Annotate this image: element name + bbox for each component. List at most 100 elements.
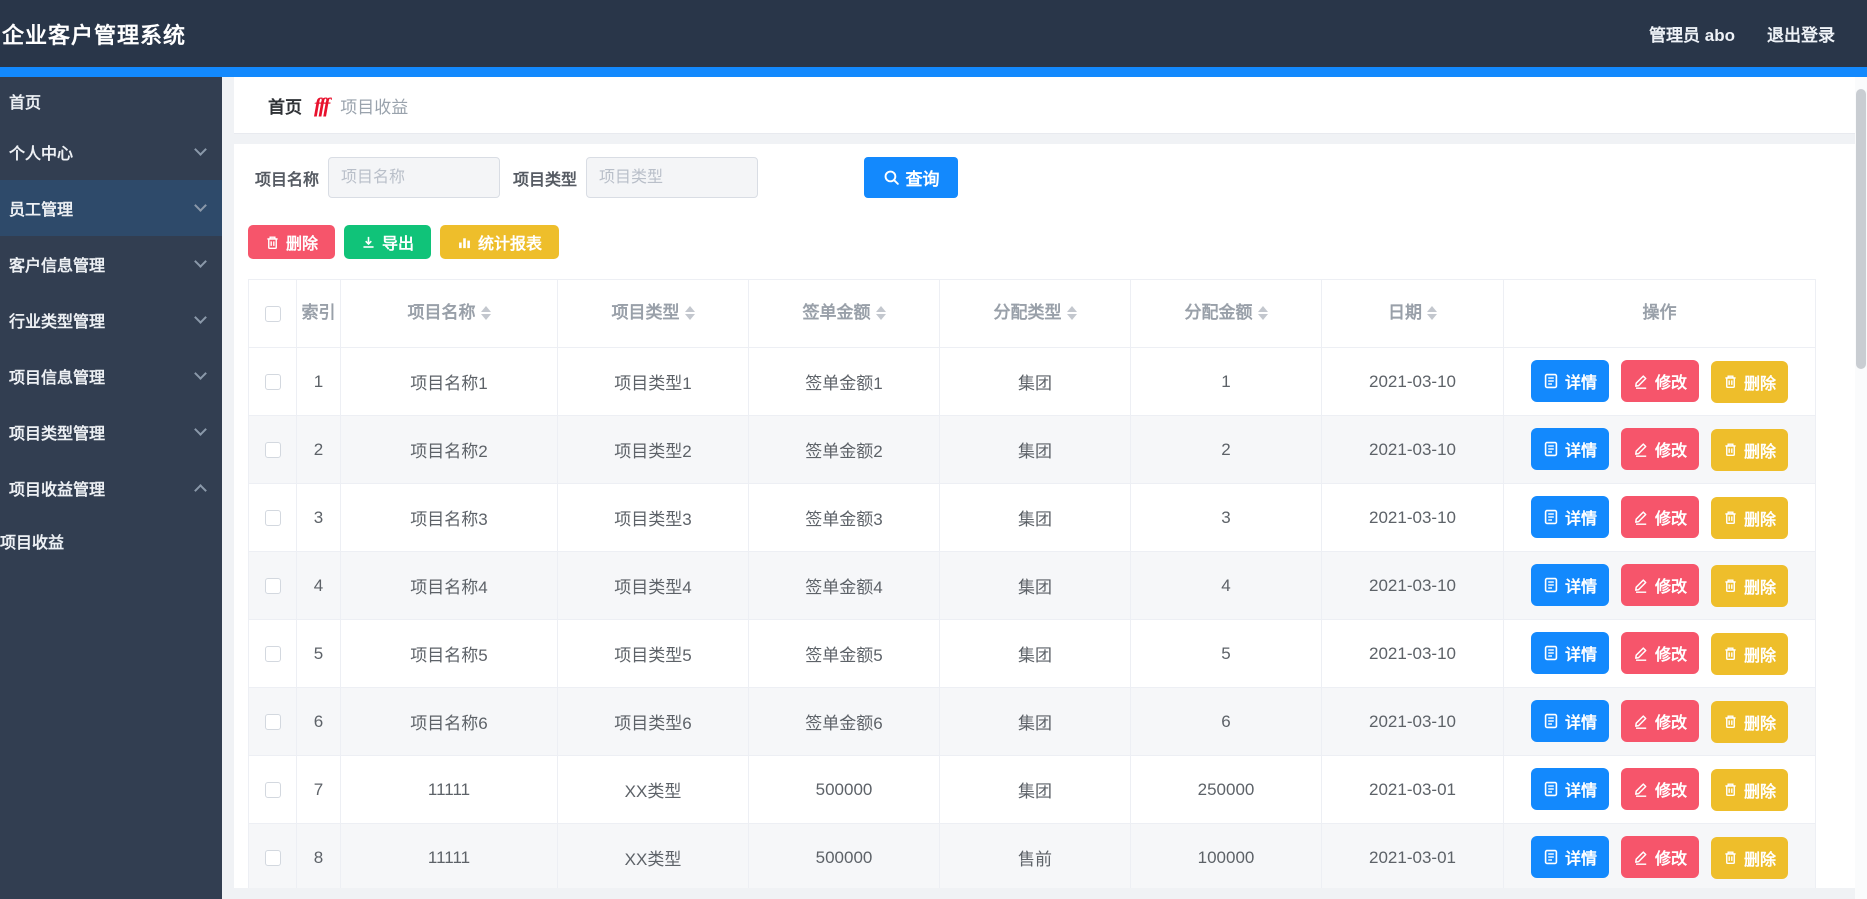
column-header[interactable]: 分配类型 (939, 279, 1131, 348)
edit-button[interactable]: 修改 (1620, 428, 1699, 471)
detail-button[interactable]: 详情 (1530, 360, 1609, 403)
row-actions: 详情 修改 删除 (1503, 347, 1816, 416)
row-checkbox[interactable] (264, 510, 281, 527)
detail-button[interactable]: 详情 (1530, 768, 1609, 811)
row-delete-button[interactable]: 删除 (1711, 360, 1789, 403)
edit-button[interactable]: 修改 (1620, 700, 1699, 743)
row-checkbox[interactable] (264, 374, 281, 391)
sort-icon[interactable] (1066, 306, 1077, 321)
sidebar-item-6[interactable]: 项目类型管理 (0, 404, 222, 460)
table-row: 6 项目名称6 项目类型6 签单金额6 集团 6 2021-03-10 详情 修改 删除 (248, 687, 1816, 756)
delete-button[interactable]: 删除 (248, 225, 336, 259)
sidebar-item-3[interactable]: 客户信息管理 (0, 236, 222, 292)
table-cell: 2 (296, 415, 341, 484)
search-button[interactable]: 查询 (864, 157, 959, 198)
sidebar-item-7[interactable]: 项目收益管理 (0, 460, 222, 516)
edit-button[interactable]: 修改 (1620, 632, 1699, 675)
row-delete-button[interactable]: 删除 (1711, 428, 1789, 471)
column-header-label: 项目类型 (611, 303, 680, 323)
navbar-right: 管理员 abo 退出登录 (1649, 21, 1835, 46)
table-cell: 11111 (340, 755, 558, 824)
edit-button[interactable]: 修改 (1620, 768, 1699, 811)
logout-link[interactable]: 退出登录 (1767, 21, 1835, 46)
column-header[interactable]: 项目名称 (340, 279, 558, 348)
detail-button[interactable]: 详情 (1530, 496, 1609, 539)
table-row: 4 项目名称4 项目类型4 签单金额4 集团 4 2021-03-10 详情 修改 删除 (248, 551, 1816, 620)
export-button[interactable]: 导出 (344, 225, 432, 259)
detail-button[interactable]: 详情 (1530, 700, 1609, 743)
sidebar-item-5[interactable]: 项目信息管理 (0, 348, 222, 404)
sort-icon[interactable] (875, 306, 886, 321)
current-user[interactable]: 管理员 abo (1649, 21, 1735, 46)
pencil-icon (1635, 375, 1647, 390)
select-all-checkbox[interactable] (264, 305, 281, 322)
row-delete-button[interactable]: 删除 (1711, 632, 1789, 675)
row-action-label: 修改 (1654, 647, 1687, 665)
detail-button[interactable]: 详情 (1530, 632, 1609, 675)
row-checkbox[interactable] (264, 646, 281, 663)
column-header: 索引 (296, 279, 341, 348)
row-checkbox[interactable] (264, 442, 281, 459)
table-cell: 签单金额1 (748, 347, 940, 416)
breadcrumb-home[interactable]: 首页 (268, 93, 302, 118)
row-action-label: 删除 (1744, 375, 1777, 393)
row-action-label: 删除 (1744, 579, 1777, 597)
table-cell: 6 (1130, 687, 1322, 756)
row-action-label: 修改 (1654, 579, 1687, 597)
detail-button[interactable]: 详情 (1530, 564, 1609, 607)
sidebar-item-4[interactable]: 行业类型管理 (0, 292, 222, 348)
sidebar-item-label: 项目收益管理 (9, 482, 106, 499)
table-cell: 250000 (1130, 755, 1322, 824)
column-header[interactable]: 分配金额 (1130, 279, 1322, 348)
edit-button[interactable]: 修改 (1620, 496, 1699, 539)
column-header[interactable]: 项目类型 (557, 279, 749, 348)
table-cell: 2021-03-10 (1321, 415, 1504, 484)
table-cell: 2021-03-01 (1321, 823, 1504, 888)
row-actions: 详情 修改 删除 (1503, 483, 1816, 552)
pencil-icon (1635, 783, 1647, 798)
row-delete-button[interactable]: 删除 (1711, 700, 1789, 743)
row-checkbox[interactable] (264, 578, 281, 595)
edit-button[interactable]: 修改 (1620, 836, 1699, 879)
row-delete-button[interactable]: 删除 (1711, 564, 1789, 607)
sidebar-subitem-8[interactable]: 项目收益 (0, 516, 222, 566)
sidebar-item-0[interactable]: 首页 (0, 77, 222, 124)
sort-icon[interactable] (684, 306, 695, 321)
sidebar-item-2[interactable]: 员工管理 (0, 180, 222, 236)
row-action-label: 修改 (1654, 443, 1687, 461)
document-icon (1544, 646, 1558, 661)
detail-button[interactable]: 详情 (1530, 836, 1609, 879)
row-checkbox[interactable] (264, 714, 281, 731)
sidebar-item-label: 员工管理 (9, 202, 74, 219)
row-delete-button[interactable]: 删除 (1711, 768, 1789, 811)
table-cell: 售前 (939, 823, 1131, 888)
row-checkbox[interactable] (264, 850, 281, 867)
table-cell: 8 (296, 823, 341, 888)
document-icon (1544, 374, 1558, 389)
sort-icon[interactable] (1427, 306, 1437, 321)
trash-icon (1725, 375, 1736, 389)
table-cell: 项目名称5 (340, 619, 558, 688)
table-cell: 项目类型3 (557, 483, 749, 552)
detail-button[interactable]: 详情 (1530, 428, 1609, 471)
sort-icon[interactable] (480, 306, 491, 321)
column-header[interactable]: 签单金额 (748, 279, 940, 348)
project-type-input[interactable] (586, 157, 759, 198)
row-action-label: 详情 (1564, 375, 1597, 393)
row-delete-button[interactable]: 删除 (1711, 496, 1789, 539)
row-checkbox[interactable] (264, 782, 281, 799)
pencil-icon (1635, 443, 1647, 458)
sidebar-item-1[interactable]: 个人中心 (0, 124, 222, 180)
project-name-input[interactable] (328, 157, 501, 198)
table-cell: 500000 (748, 823, 940, 888)
report-button[interactable]: 统计报表 (440, 225, 560, 259)
column-header[interactable]: 日期 (1321, 279, 1504, 348)
page-scrollbar-thumb[interactable] (1856, 89, 1866, 369)
table-cell: 2021-03-10 (1321, 551, 1504, 620)
sort-icon[interactable] (1257, 306, 1268, 321)
edit-button[interactable]: 修改 (1620, 564, 1699, 607)
edit-button[interactable]: 修改 (1620, 360, 1699, 403)
row-delete-button[interactable]: 删除 (1711, 836, 1789, 879)
table-cell: 签单金额3 (748, 483, 940, 552)
row-actions: 详情 修改 删除 (1503, 755, 1816, 824)
